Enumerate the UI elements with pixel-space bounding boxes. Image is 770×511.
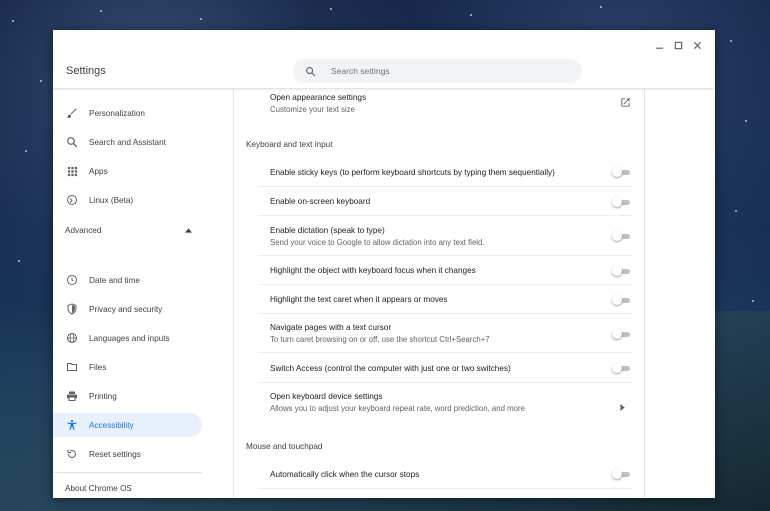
app-title: Settings: [66, 65, 106, 77]
caret-browsing-row[interactable]: Navigate pages with a text cursor To tur…: [234, 314, 644, 353]
section-heading-mouse: Mouse and touchpad: [246, 442, 323, 451]
reset-icon: [65, 447, 79, 461]
row-title: Enable sticky keys (to perform keyboard …: [270, 167, 555, 177]
row-title: Highlight the object with keyboard focus…: [270, 266, 476, 275]
title-bar: Settings: [53, 30, 715, 89]
row-title: Switch Access (control the computer with…: [270, 363, 511, 373]
sidebar-item-label: Files: [89, 362, 107, 372]
open-external-icon[interactable]: [620, 95, 632, 107]
search-input[interactable]: [329, 65, 553, 77]
sidebar-item-label: Languages and inputs: [89, 333, 170, 343]
search-icon: [65, 135, 79, 149]
caret-highlight-toggle[interactable]: [612, 295, 630, 305]
folder-icon: [65, 360, 79, 374]
sidebar-item-label: Printing: [89, 391, 117, 401]
maximize-icon[interactable]: [669, 36, 688, 55]
sticky-keys-row[interactable]: Enable sticky keys (to perform keyboard …: [234, 157, 644, 187]
printer-icon: [65, 389, 79, 403]
advanced-label: Advanced: [65, 225, 102, 235]
search-icon: [305, 64, 319, 78]
on-screen-keyboard-row[interactable]: Enable on-screen keyboard: [234, 187, 644, 216]
row-title: Open keyboard device settings: [270, 391, 383, 401]
caret-highlight-row[interactable]: Highlight the text caret when it appears…: [234, 285, 644, 314]
focus-highlight-toggle[interactable]: [612, 266, 630, 276]
auto-click-row[interactable]: Automatically click when the cursor stop…: [234, 459, 644, 489]
settings-window: Settings Personalization: [53, 30, 715, 498]
sidebar-item-privacy[interactable]: Privacy and security: [53, 297, 202, 321]
linux-icon: [65, 193, 79, 207]
sidebar-item-linux[interactable]: Linux (Beta): [53, 188, 202, 212]
minimize-icon[interactable]: [650, 36, 669, 55]
caret-browsing-toggle[interactable]: [612, 329, 630, 339]
appearance-settings-row[interactable]: Open appearance settings Customize your …: [234, 88, 644, 118]
close-icon[interactable]: [688, 36, 707, 55]
row-subtitle: Send your voice to Google to allow dicta…: [270, 237, 485, 247]
chevron-right-icon[interactable]: [620, 398, 628, 411]
settings-content: Open appearance settings Customize your …: [233, 88, 645, 498]
brush-icon: [65, 106, 79, 120]
clock-icon: [65, 273, 79, 287]
sidebar-item-label: Date and time: [89, 275, 140, 285]
sidebar-divider: [53, 472, 202, 473]
section-heading-keyboard: Keyboard and text input: [246, 140, 333, 149]
row-title: Automatically click when the cursor stop…: [270, 469, 420, 479]
globe-icon: [65, 331, 79, 345]
on-screen-keyboard-toggle[interactable]: [612, 197, 630, 207]
sidebar-item-languages[interactable]: Languages and inputs: [53, 326, 202, 350]
sidebar-item-apps[interactable]: Apps: [53, 159, 202, 183]
row-title: Enable on-screen keyboard: [270, 197, 371, 206]
switch-access-toggle[interactable]: [612, 363, 630, 373]
sidebar-item-label: Linux (Beta): [89, 195, 134, 205]
row-subtitle: Allows you to adjust your keyboard repea…: [270, 403, 525, 413]
about-chrome-os-link[interactable]: About Chrome OS: [65, 484, 132, 493]
shield-icon: [65, 302, 79, 316]
window-controls: [650, 36, 707, 55]
sidebar-item-files[interactable]: Files: [53, 355, 202, 379]
accessibility-icon: [65, 418, 79, 432]
sidebar-item-search-and-assistant[interactable]: Search and Assistant: [53, 130, 202, 154]
dictation-toggle[interactable]: [612, 231, 630, 241]
focus-highlight-row[interactable]: Highlight the object with keyboard focus…: [234, 256, 644, 285]
advanced-toggle[interactable]: Advanced: [65, 222, 192, 238]
sidebar-item-label: Search and Assistant: [89, 137, 166, 147]
apps-grid-icon: [65, 164, 79, 178]
row-title: Enable dictation (speak to type): [270, 225, 385, 235]
sidebar-item-label: Personalization: [89, 108, 145, 118]
keyboard-device-settings-row[interactable]: Open keyboard device settings Allows you…: [234, 383, 644, 421]
dictation-row[interactable]: Enable dictation (speak to type) Send yo…: [234, 216, 644, 256]
sidebar-item-personalization[interactable]: Personalization: [53, 101, 202, 125]
search-box[interactable]: [293, 59, 582, 83]
sidebar-item-label: Accessibility: [89, 420, 134, 430]
caret-up-icon: [185, 226, 192, 235]
sidebar-item-label: Reset settings: [89, 449, 141, 459]
row-title: Highlight the text caret when it appears…: [270, 295, 448, 304]
row-title: Open appearance settings: [270, 92, 367, 102]
row-subtitle: Customize your text size: [270, 104, 355, 114]
sticky-keys-toggle[interactable]: [612, 167, 630, 177]
sidebar: Personalization Search and Assistant App…: [53, 88, 213, 498]
sidebar-item-accessibility[interactable]: Accessibility: [53, 413, 202, 437]
row-title: Navigate pages with a text cursor: [270, 323, 392, 332]
sidebar-item-printing[interactable]: Printing: [53, 384, 202, 408]
sidebar-item-label: Privacy and security: [89, 304, 163, 314]
sidebar-item-date-and-time[interactable]: Date and time: [53, 268, 202, 292]
auto-click-toggle[interactable]: [612, 469, 630, 479]
sidebar-item-label: Apps: [89, 166, 108, 176]
switch-access-row[interactable]: Switch Access (control the computer with…: [234, 353, 644, 383]
row-subtitle: To turn caret browsing on or off, use th…: [270, 335, 490, 344]
sidebar-item-reset[interactable]: Reset settings: [53, 442, 202, 466]
